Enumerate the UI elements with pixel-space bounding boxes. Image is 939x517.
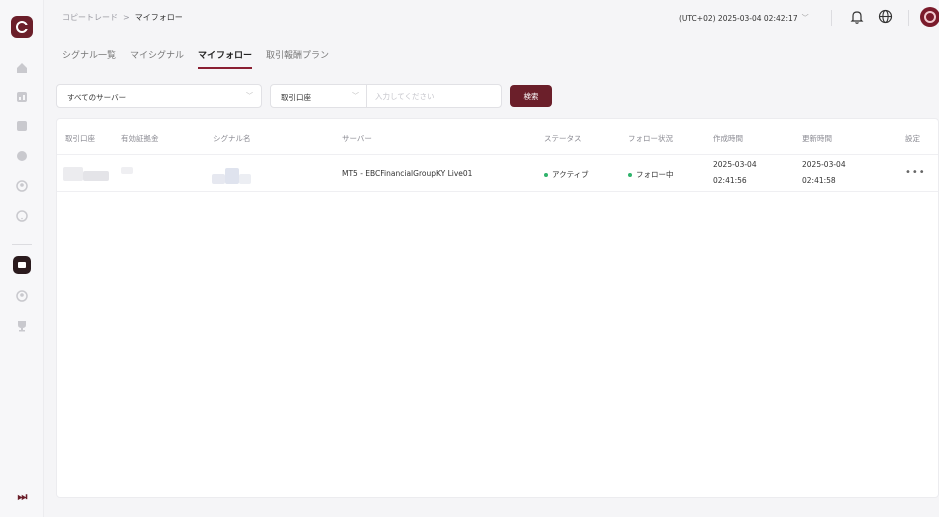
status-dot	[628, 172, 632, 177]
table-row[interactable]: MT5 - EBCFinancialGroupKY Live01 アクティブ フ…	[57, 155, 938, 192]
breadcrumb-parent[interactable]: コピートレード	[62, 12, 118, 23]
home-icon[interactable]	[14, 60, 30, 76]
tab-bar: シグナル一覧 マイシグナル マイフォロー 取引報酬プラン	[62, 48, 329, 69]
trophy-icon[interactable]	[14, 318, 30, 334]
column-header-updated: 更新時間	[802, 134, 832, 143]
server-select-value: すべてのサーバー	[67, 93, 127, 102]
column-header-status: ステータス	[544, 134, 582, 143]
globe-icon[interactable]	[878, 9, 893, 24]
breadcrumb-current: マイフォロー	[134, 13, 183, 22]
column-header-account: 取引口座	[65, 134, 95, 143]
server-select[interactable]: すべてのサーバー ﹀	[56, 84, 262, 108]
copy-trade-icon[interactable]	[13, 256, 31, 274]
timezone-datetime-select[interactable]: (UTC+02) 2025-03-04 02:42:17 ﹀	[679, 13, 809, 23]
header: コピートレード > マイフォロー (UTC+02) 2025-03-04 02:…	[44, 0, 939, 36]
tab-signal-list[interactable]: シグナル一覧	[62, 48, 116, 69]
header-divider	[831, 10, 832, 26]
redacted-signal-name	[212, 174, 225, 184]
more-options-icon[interactable]: •••	[905, 167, 926, 178]
updated-date: 2025-03-04	[802, 160, 846, 169]
chevron-down-icon: ﹀	[246, 92, 253, 100]
gift-icon[interactable]	[14, 148, 30, 164]
status-dot	[544, 172, 548, 177]
user-icon[interactable]	[14, 178, 30, 194]
account-type-value: 取引口座	[281, 93, 311, 102]
breadcrumb: コピートレード > マイフォロー	[62, 12, 183, 23]
redacted-signal-name	[225, 168, 239, 184]
search-button[interactable]: 検索	[510, 85, 552, 107]
tab-my-signal[interactable]: マイシグナル	[130, 48, 184, 69]
status-badge: アクティブ	[544, 169, 589, 180]
chevron-down-icon: ﹀	[801, 14, 809, 22]
chevron-down-icon: ﹀	[352, 92, 359, 100]
column-header-signal-name: シグナル名	[213, 134, 251, 143]
follow-status-text: フォロー中	[636, 170, 674, 179]
sidebar: ⏭	[0, 0, 44, 517]
sidebar-divider	[12, 244, 32, 245]
help-icon[interactable]	[14, 208, 30, 224]
account-search-input[interactable]	[367, 85, 501, 107]
document-icon[interactable]	[14, 118, 30, 134]
account-filter-group: 取引口座 ﹀	[270, 84, 502, 108]
updated-time: 02:41:58	[802, 176, 836, 185]
chart-icon[interactable]	[14, 89, 30, 105]
breadcrumb-separator: >	[123, 13, 130, 22]
status-text: アクティブ	[552, 170, 589, 179]
tab-my-follow[interactable]: マイフォロー	[198, 48, 253, 69]
table-header: 取引口座 有効証拠金 シグナル名 サーバー ステータス フォロー状況 作成時間 …	[57, 119, 938, 155]
logo[interactable]	[11, 16, 33, 38]
column-header-follow-status: フォロー状況	[628, 134, 673, 143]
redacted-signal-name	[239, 174, 251, 184]
column-header-equity: 有効証拠金	[121, 134, 159, 143]
redacted-account	[63, 167, 83, 181]
redacted-equity	[121, 167, 133, 174]
redacted-account	[83, 171, 109, 181]
account-type-select[interactable]: 取引口座 ﹀	[271, 85, 367, 107]
account-icon[interactable]	[14, 288, 30, 304]
datetime-text: (UTC+02) 2025-03-04 02:42:17	[679, 13, 798, 23]
column-header-server: サーバー	[342, 134, 372, 143]
header-divider	[908, 10, 909, 26]
avatar[interactable]	[920, 7, 939, 27]
column-header-settings: 設定	[905, 134, 920, 143]
server-cell: MT5 - EBCFinancialGroupKY Live01	[342, 169, 473, 178]
column-header-created: 作成時間	[713, 134, 743, 143]
created-time: 02:41:56	[713, 176, 747, 185]
bell-icon[interactable]	[850, 9, 864, 25]
follow-status-badge: フォロー中	[628, 169, 674, 180]
app-root: ⏭ コピートレード > マイフォロー (UTC+02) 2025-03-04 0…	[0, 0, 939, 517]
tab-reward-plan[interactable]: 取引報酬プラン	[266, 48, 329, 69]
follow-table: 取引口座 有効証拠金 シグナル名 サーバー ステータス フォロー状況 作成時間 …	[56, 118, 939, 498]
collapse-sidebar-icon[interactable]: ⏭	[14, 490, 30, 504]
created-date: 2025-03-04	[713, 160, 757, 169]
